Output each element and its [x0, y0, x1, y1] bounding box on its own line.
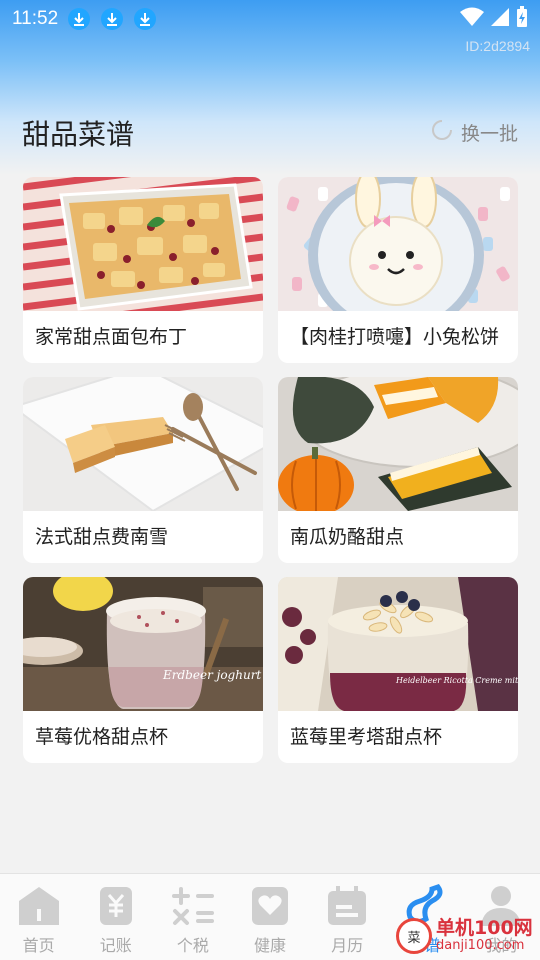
site-watermark: 菜 单机100网 danji100.com [396, 918, 533, 954]
watermark-url: danji100.com [436, 938, 525, 954]
recipe-card[interactable]: 家常甜点面包布丁 [23, 177, 263, 363]
tab-health[interactable]: 健康 [231, 874, 308, 960]
recipe-card[interactable]: 法式甜点费南雪 [23, 377, 263, 563]
recipe-grid: 家常甜点面包布丁 【肉桂打喷嚏】小兔松饼 法式甜点费南雪 南瓜奶酪甜点 Erdb… [23, 177, 519, 763]
refresh-icon [431, 119, 453, 146]
tab-label: 月历 [331, 936, 364, 955]
download-icon [134, 8, 157, 30]
recipe-title: 家常甜点面包布丁 [35, 326, 188, 348]
watermark-logo: 菜 [396, 918, 432, 954]
tab-ledger[interactable]: 记账 [77, 874, 154, 960]
signal-icon [490, 7, 510, 31]
recipe-image-financier [23, 377, 263, 511]
refresh-label: 换一批 [460, 123, 518, 145]
image-caption: Heidelbeer Ricotta Creme mit Mandel Topp… [395, 676, 518, 685]
status-bar: 11:52 [0, 0, 540, 38]
recipe-image-bread-pudding [23, 177, 263, 311]
device-id: ID:2d2894 [465, 38, 530, 54]
section-title: 甜品菜谱 [22, 118, 135, 151]
wifi-icon [460, 7, 484, 31]
tab-label: 健康 [253, 936, 286, 955]
recipe-card[interactable]: 南瓜奶酪甜点 [278, 377, 518, 563]
refresh-button[interactable]: 换一批 [431, 119, 518, 146]
battery-icon [516, 6, 528, 32]
recipe-title: 【肉桂打喷嚏】小兔松饼 [290, 326, 500, 348]
tab-label: 个税 [176, 936, 209, 955]
tab-home[interactable]: 首页 [0, 874, 77, 960]
download-icon [101, 8, 124, 30]
home-icon [16, 883, 62, 929]
heart-icon [247, 883, 293, 929]
recipe-title: 草莓优格甜点杯 [35, 726, 169, 748]
image-caption: Erdbeer joghurt Creme [162, 668, 263, 682]
recipe-image-pumpkin-cheese [278, 377, 518, 511]
ledger-icon [93, 883, 139, 929]
tab-label: 记账 [99, 936, 132, 955]
recipe-card[interactable]: Erdbeer joghurt Creme 草莓优格甜点杯 [23, 577, 263, 763]
calculator-icon [170, 883, 216, 929]
tab-calendar[interactable]: 月历 [309, 874, 386, 960]
calendar-icon [324, 883, 370, 929]
tab-label: 首页 [22, 936, 55, 955]
status-time: 11:52 [12, 8, 59, 29]
download-icon [68, 8, 91, 30]
recipe-title: 蓝莓里考塔甜点杯 [290, 726, 443, 748]
recipe-image-blueberry-ricotta: Heidelbeer Ricotta Creme mit Mandel Topp… [278, 577, 518, 711]
tab-tax[interactable]: 个税 [154, 874, 231, 960]
recipe-card[interactable]: 【肉桂打喷嚏】小兔松饼 [278, 177, 518, 363]
recipe-image-strawberry-yogurt: Erdbeer joghurt Creme [23, 577, 263, 711]
recipe-title: 南瓜奶酪甜点 [290, 526, 405, 548]
recipe-card[interactable]: Heidelbeer Ricotta Creme mit Mandel Topp… [278, 577, 518, 763]
watermark-title: 单机100网 [436, 917, 533, 940]
recipe-image-bunny-pancake [278, 177, 518, 311]
recipe-title: 法式甜点费南雪 [35, 526, 169, 548]
